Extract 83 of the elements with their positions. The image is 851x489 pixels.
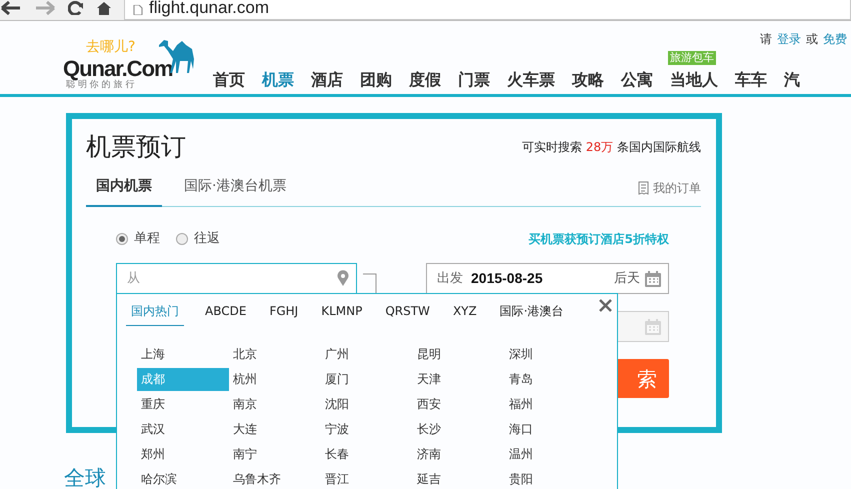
my-orders-link[interactable]: 我的订单 — [653, 179, 701, 197]
address-text: flight.qunar.com — [149, 0, 270, 16]
city-option[interactable]: 延吉 — [413, 468, 505, 489]
radio-button[interactable] — [176, 233, 188, 245]
picker-tab[interactable]: ABCDE — [203, 302, 248, 326]
city-option[interactable]: 广州 — [321, 343, 413, 366]
nav-link[interactable]: 酒店 — [311, 70, 343, 89]
from-field[interactable]: 从 — [116, 263, 357, 294]
depart-date-field[interactable]: 出发 2015-08-25 后天 — [426, 263, 669, 294]
nav-link[interactable]: 度假 — [409, 70, 441, 89]
home-icon[interactable] — [96, 1, 112, 15]
city-option[interactable]: 大连 — [229, 418, 321, 441]
city-option[interactable]: 厦门 — [321, 368, 413, 391]
city-option[interactable]: 海口 — [505, 418, 597, 441]
picker-tab[interactable]: KLMNP — [319, 302, 364, 326]
booking-tab[interactable]: 国内机票 — [86, 176, 162, 207]
city-option[interactable]: 乌鲁木齐 — [229, 468, 321, 489]
city-option[interactable]: 杭州 — [229, 368, 321, 391]
forward-icon[interactable] — [34, 1, 56, 15]
city-option[interactable]: 天津 — [413, 368, 505, 391]
city-option[interactable]: 南京 — [229, 393, 321, 416]
account-link[interactable]: 登录 — [777, 30, 801, 48]
city-option[interactable]: 青岛 — [505, 368, 597, 391]
city-option[interactable]: 重庆 — [137, 393, 229, 416]
city-option[interactable]: 上海 — [137, 343, 229, 366]
page-icon — [133, 5, 143, 15]
nav-link[interactable]: 当地人 — [670, 70, 718, 89]
back-icon[interactable] — [0, 1, 22, 15]
booking-title: 机票预订 — [86, 132, 186, 162]
nav-link[interactable]: 攻略 — [572, 70, 604, 89]
picker-tab[interactable]: XYZ — [450, 302, 479, 326]
account-text: 请 — [760, 31, 772, 48]
city-option[interactable]: 哈尔滨 — [137, 468, 229, 489]
logo-tagline: 去哪儿? — [86, 39, 136, 55]
city-option[interactable]: 济南 — [413, 443, 505, 466]
city-option[interactable]: 南宁 — [229, 443, 321, 466]
account-text: 或 — [806, 31, 818, 48]
nav-link[interactable]: 汽 — [784, 70, 800, 89]
logo-wordmark: Qunar.Com — [63, 57, 173, 81]
close-icon[interactable] — [599, 299, 612, 312]
document-icon — [638, 181, 649, 195]
city-option[interactable]: 宁波 — [321, 418, 413, 441]
city-option[interactable]: 西安 — [413, 393, 505, 416]
nav-link[interactable]: 火车票 — [507, 70, 555, 89]
field-label: 出发 — [437, 270, 463, 288]
account-link[interactable]: 免费 — [823, 30, 847, 48]
city-option[interactable]: 昆明 — [413, 343, 505, 366]
city-option[interactable]: 福州 — [505, 393, 597, 416]
picker-tab[interactable]: 国际·港澳台 — [498, 302, 566, 326]
nav-link[interactable]: 机票 — [262, 70, 294, 89]
nav-link[interactable]: 门票 — [458, 70, 490, 89]
city-option[interactable]: 武汉 — [137, 418, 229, 441]
city-option[interactable]: 温州 — [505, 443, 597, 466]
picker-tab[interactable]: QRSTW — [383, 302, 432, 326]
city-option[interactable]: 长沙 — [413, 418, 505, 441]
reload-icon[interactable] — [68, 1, 84, 15]
radio-label: 单程 — [134, 230, 160, 248]
city-option[interactable]: 贵阳 — [505, 468, 597, 489]
city-option[interactable]: 北京 — [229, 343, 321, 366]
nav-badge: 旅游包车 — [668, 51, 716, 65]
radio-label: 往返 — [194, 230, 220, 248]
city-option[interactable]: 深圳 — [505, 343, 597, 366]
nav-link[interactable]: 首页 — [213, 70, 245, 89]
location-pin-icon — [337, 270, 349, 286]
city-option[interactable]: 长春 — [321, 443, 413, 466]
address-bar[interactable]: flight.qunar.com — [124, 0, 851, 20]
search-stats: 可实时搜索 28万 条国内国际航线 — [522, 138, 701, 156]
booking-tab[interactable]: 国际·港澳台机票 — [174, 176, 296, 207]
logo-slogan: 聪 明 你 的 旅 行 — [66, 80, 134, 90]
nav-link[interactable]: 团购 — [360, 70, 392, 89]
nav-link[interactable]: 公寓 — [621, 70, 653, 89]
picker-tab[interactable]: FGHJ — [267, 302, 300, 326]
calendar-icon[interactable] — [644, 270, 662, 288]
day-label: 后天 — [614, 270, 640, 288]
date-value: 2015-08-25 — [471, 269, 543, 288]
section-heading: 全球 — [64, 465, 106, 489]
picker-tab[interactable]: 国内热门 — [126, 302, 184, 326]
nav-link[interactable]: 车车 — [735, 70, 767, 89]
city-option[interactable]: 郑州 — [137, 443, 229, 466]
city-option[interactable]: 沈阳 — [321, 393, 413, 416]
city-option[interactable]: 晋江 — [321, 468, 413, 489]
swap-bracket-icon[interactable] — [363, 273, 377, 293]
radio-button[interactable] — [116, 233, 128, 245]
